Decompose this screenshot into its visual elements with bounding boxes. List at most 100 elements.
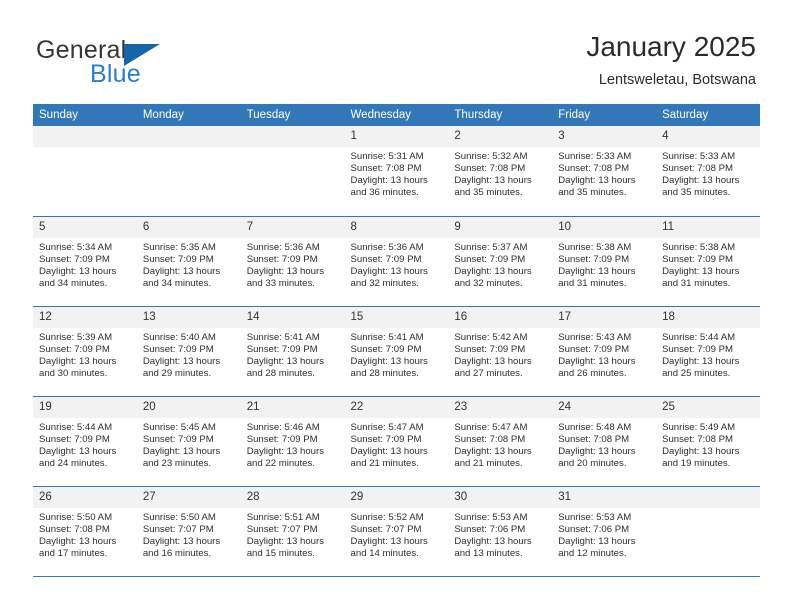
- detail-sunset: Sunset: 7:09 PM: [142, 253, 214, 265]
- calendar-cell-empty: [656, 486, 760, 577]
- detail-daylight-b: and 34 minutes.: [142, 277, 212, 289]
- calendar-day-cell[interactable]: 5 Sunrise: 5:34 AM Sunset: 7:09 PM Daylight…: [33, 216, 137, 307]
- weekday-header-sunday: Sunday: [33, 104, 137, 126]
- calendar-day-cell[interactable]: 13 Sunrise: 5:40 AM Sunset: 7:09 PM Dayligh…: [136, 306, 241, 397]
- detail-sunrise: Sunrise: 5:48 AM: [558, 421, 632, 433]
- day-details: Sunrise: 5:35 AM Sunset: 7:09 PM Daylight:…: [137, 238, 241, 290]
- detail-daylight-b: and 30 minutes.: [39, 367, 108, 379]
- calendar-day-cell[interactable]: 19 Sunrise: 5:44 AM Sunset: 7:09 PM Dayligh…: [33, 396, 137, 487]
- day-details: Sunrise: 5:32 AM Sunset: 7:08 PM Daylight:…: [448, 147, 552, 199]
- detail-daylight-b: and 16 minutes.: [142, 547, 212, 559]
- calendar-day-cell[interactable]: 28 Sunrise: 5:51 AM Sunset: 7:07 PM Dayligh…: [240, 486, 345, 577]
- calendar-day-cell[interactable]: 21 Sunrise: 5:46 AM Sunset: 7:09 PM Dayligh…: [240, 396, 345, 487]
- detail-sunset: Sunset: 7:09 PM: [454, 253, 526, 265]
- calendar-day-cell[interactable]: 1 Sunrise: 5:31 AM Sunset: 7:08 PM Daylight…: [344, 126, 449, 217]
- detail-sunset: Sunset: 7:09 PM: [39, 253, 110, 265]
- detail-daylight-b: and 32 minutes.: [454, 277, 523, 289]
- detail-sunset: Sunset: 7:08 PM: [454, 163, 526, 175]
- day-details: Sunrise: 5:41 AM Sunset: 7:09 PM Daylight:…: [345, 328, 449, 380]
- calendar-day-cell[interactable]: 25 Sunrise: 5:49 AM Sunset: 7:08 PM Dayligh…: [656, 396, 760, 487]
- detail-sunset: Sunset: 7:09 PM: [454, 343, 526, 355]
- brand-logo[interactable]: General Blue: [36, 36, 276, 92]
- detail-sunset: Sunset: 7:06 PM: [558, 523, 630, 535]
- calendar-day-cell[interactable]: 22 Sunrise: 5:47 AM Sunset: 7:09 PM Dayligh…: [344, 396, 449, 487]
- calendar-day-cell[interactable]: 10 Sunrise: 5:38 AM Sunset: 7:09 PM Dayligh…: [552, 216, 657, 307]
- detail-daylight-b: and 31 minutes.: [662, 277, 731, 289]
- calendar-day-cell[interactable]: 27 Sunrise: 5:50 AM Sunset: 7:07 PM Dayligh…: [136, 486, 241, 577]
- calendar-day-cell[interactable]: 20 Sunrise: 5:45 AM Sunset: 7:09 PM Dayligh…: [136, 396, 241, 487]
- detail-sunrise: Sunrise: 5:44 AM: [662, 331, 736, 343]
- brand-name-blue: Blue: [90, 60, 141, 88]
- day-details: Sunrise: 5:53 AM Sunset: 7:06 PM Daylight:…: [448, 508, 552, 560]
- day-details: Sunrise: 5:49 AM Sunset: 7:08 PM Daylight:…: [656, 418, 760, 470]
- calendar-day-cell[interactable]: 14 Sunrise: 5:41 AM Sunset: 7:09 PM Dayligh…: [240, 306, 345, 397]
- calendar-day-cell[interactable]: 29 Sunrise: 5:52 AM Sunset: 7:07 PM Dayligh…: [344, 486, 449, 577]
- detail-sunrise: Sunrise: 5:44 AM: [39, 421, 113, 433]
- detail-sunset: Sunset: 7:08 PM: [558, 433, 630, 445]
- detail-daylight-a: Daylight: 13 hours: [246, 265, 325, 277]
- calendar-day-cell[interactable]: 11 Sunrise: 5:38 AM Sunset: 7:09 PM Dayligh…: [656, 216, 760, 307]
- day-number: 20: [136, 396, 241, 418]
- detail-daylight-b: and 28 minutes.: [350, 367, 419, 379]
- day-number: 10: [552, 216, 657, 238]
- detail-daylight-a: Daylight: 13 hours: [39, 355, 117, 367]
- calendar-day-cell[interactable]: 6 Sunrise: 5:35 AM Sunset: 7:09 PM Daylight…: [136, 216, 241, 307]
- detail-sunrise: Sunrise: 5:34 AM: [39, 241, 113, 253]
- calendar-day-cell[interactable]: 9 Sunrise: 5:37 AM Sunset: 7:09 PM Daylight…: [448, 216, 553, 307]
- detail-daylight-a: Daylight: 13 hours: [662, 355, 740, 367]
- calendar-day-cell[interactable]: 23 Sunrise: 5:47 AM Sunset: 7:08 PM Dayligh…: [448, 396, 553, 487]
- detail-sunset: Sunset: 7:09 PM: [558, 343, 630, 355]
- day-details: Sunrise: 5:44 AM Sunset: 7:09 PM Daylight:…: [656, 328, 760, 380]
- detail-sunset: Sunset: 7:07 PM: [142, 523, 214, 535]
- detail-daylight-a: Daylight: 13 hours: [142, 535, 221, 547]
- calendar-week-row: 12 Sunrise: 5:39 AM Sunset: 7:09 PM Dayligh…: [33, 306, 760, 397]
- detail-daylight-a: Daylight: 13 hours: [454, 355, 532, 367]
- calendar-day-cell[interactable]: 2 Sunrise: 5:32 AM Sunset: 7:08 PM Daylight…: [448, 126, 553, 217]
- detail-daylight-a: Daylight: 13 hours: [558, 535, 636, 547]
- calendar-day-cell[interactable]: 30 Sunrise: 5:53 AM Sunset: 7:06 PM Dayligh…: [448, 486, 553, 577]
- day-number: 8: [344, 216, 449, 238]
- detail-sunrise: Sunrise: 5:49 AM: [662, 421, 736, 433]
- detail-sunset: Sunset: 7:09 PM: [142, 343, 214, 355]
- calendar-day-cell[interactable]: 8 Sunrise: 5:36 AM Sunset: 7:09 PM Daylight…: [344, 216, 449, 307]
- detail-daylight-a: Daylight: 13 hours: [142, 265, 221, 277]
- detail-daylight-b: and 29 minutes.: [142, 367, 212, 379]
- calendar-day-cell[interactable]: 17 Sunrise: 5:43 AM Sunset: 7:09 PM Dayligh…: [552, 306, 657, 397]
- day-details: Sunrise: 5:50 AM Sunset: 7:08 PM Daylight:…: [33, 508, 137, 560]
- calendar-day-cell[interactable]: 18 Sunrise: 5:44 AM Sunset: 7:09 PM Dayligh…: [656, 306, 760, 397]
- detail-daylight-b: and 12 minutes.: [558, 547, 627, 559]
- detail-daylight-a: Daylight: 13 hours: [558, 445, 636, 457]
- detail-sunrise: Sunrise: 5:42 AM: [454, 331, 528, 343]
- calendar-day-cell[interactable]: 4 Sunrise: 5:33 AM Sunset: 7:08 PM Daylight…: [656, 126, 760, 217]
- day-number: 27: [136, 486, 241, 508]
- calendar-day-cell[interactable]: 12 Sunrise: 5:39 AM Sunset: 7:09 PM Dayligh…: [33, 306, 137, 397]
- detail-sunrise: Sunrise: 5:52 AM: [350, 511, 424, 523]
- detail-daylight-b: and 35 minutes.: [662, 187, 731, 199]
- calendar-day-cell[interactable]: 15 Sunrise: 5:41 AM Sunset: 7:09 PM Dayligh…: [344, 306, 449, 397]
- detail-daylight-a: Daylight: 13 hours: [558, 355, 636, 367]
- calendar-day-cell[interactable]: 3 Sunrise: 5:33 AM Sunset: 7:08 PM Daylight…: [552, 126, 657, 217]
- day-number: 12: [33, 306, 137, 328]
- detail-daylight-a: Daylight: 13 hours: [662, 175, 740, 187]
- calendar-cell-empty: [33, 126, 137, 217]
- day-details: Sunrise: 5:38 AM Sunset: 7:09 PM Daylight:…: [552, 238, 656, 290]
- day-number: 30: [448, 486, 553, 508]
- weekday-header-friday: Friday: [552, 104, 657, 126]
- detail-sunset: Sunset: 7:09 PM: [662, 343, 733, 355]
- calendar-day-cell[interactable]: 26 Sunrise: 5:50 AM Sunset: 7:08 PM Dayligh…: [33, 486, 137, 577]
- calendar-cell-empty: [240, 126, 345, 217]
- detail-daylight-b: and 22 minutes.: [246, 457, 315, 469]
- calendar-day-cell[interactable]: 7 Sunrise: 5:36 AM Sunset: 7:09 PM Daylight…: [240, 216, 345, 307]
- day-number: 26: [33, 486, 137, 508]
- detail-sunrise: Sunrise: 5:47 AM: [350, 421, 424, 433]
- day-number: 11: [656, 216, 760, 238]
- detail-daylight-b: and 24 minutes.: [39, 457, 108, 469]
- detail-sunrise: Sunrise: 5:46 AM: [246, 421, 320, 433]
- detail-sunrise: Sunrise: 5:47 AM: [454, 421, 528, 433]
- day-number: [240, 126, 345, 147]
- calendar-day-cell[interactable]: 24 Sunrise: 5:48 AM Sunset: 7:08 PM Dayligh…: [552, 396, 657, 487]
- calendar-day-cell[interactable]: 16 Sunrise: 5:42 AM Sunset: 7:09 PM Dayligh…: [448, 306, 553, 397]
- detail-daylight-a: Daylight: 13 hours: [39, 535, 117, 547]
- day-number: 5: [33, 216, 137, 238]
- calendar-day-cell[interactable]: 31 Sunrise: 5:53 AM Sunset: 7:06 PM Dayligh…: [552, 486, 657, 577]
